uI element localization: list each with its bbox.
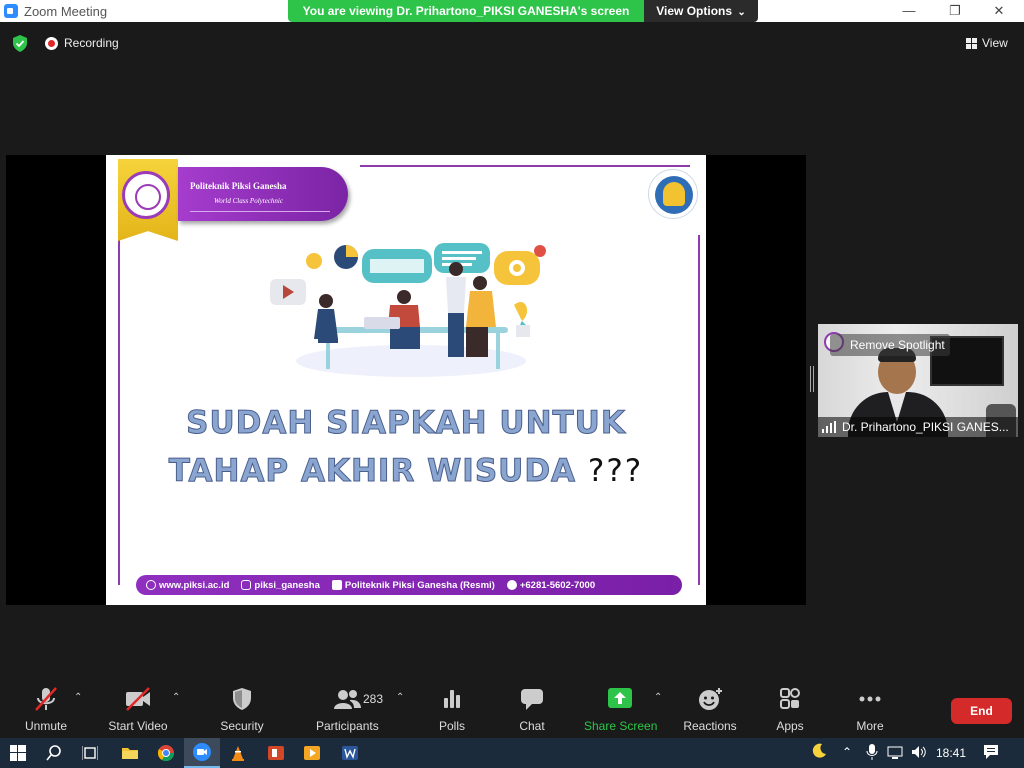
taskbar-clock[interactable]: 18:41 xyxy=(936,746,966,760)
chevron-down-icon: ⌄ xyxy=(737,7,746,18)
window-title: Zoom Meeting xyxy=(24,4,108,19)
chat-icon xyxy=(521,689,543,710)
zoom-taskbar-button[interactable] xyxy=(184,738,220,768)
slide-footer: www.piksi.ac.id piksi_ganesha Politeknik… xyxy=(136,575,682,595)
word-button[interactable] xyxy=(332,738,368,768)
folder-icon xyxy=(122,748,138,759)
notifications-icon[interactable] xyxy=(982,743,1000,764)
word-icon xyxy=(342,746,358,760)
file-explorer-button[interactable] xyxy=(112,738,148,768)
media-player-icon xyxy=(304,746,320,760)
zoom-icon xyxy=(193,743,211,761)
kemdikbud-logo xyxy=(648,169,698,219)
view-options-label: View Options xyxy=(656,4,733,18)
meeting-controls: Unmute ⌃ Start Video ⌃ Security Particip… xyxy=(0,680,1024,738)
windows-logo-icon xyxy=(10,745,26,761)
windows-start-button[interactable] xyxy=(0,738,36,768)
remove-spotlight-button[interactable]: Remove Spotlight xyxy=(830,334,950,356)
more-dots-icon xyxy=(859,696,881,702)
microphone-tray-icon[interactable] xyxy=(866,743,878,764)
audio-options-caret[interactable]: ⌃ xyxy=(74,692,82,703)
chrome-button[interactable] xyxy=(148,738,184,768)
end-meeting-button[interactable]: End xyxy=(951,698,1012,724)
split-resize-handle[interactable] xyxy=(810,366,814,392)
security-button[interactable]: Security xyxy=(216,686,268,736)
search-taskbar-button[interactable] xyxy=(36,738,72,768)
team-meeting-illustration xyxy=(270,243,546,377)
participants-icon xyxy=(334,690,361,709)
footer-instagram: piksi_ganesha xyxy=(241,580,320,591)
participant-name-label: Dr. Prihartono_PIKSI GANES... xyxy=(818,417,1018,437)
media-player-button[interactable] xyxy=(294,738,330,768)
maximize-button[interactable]: ❐ xyxy=(932,0,978,22)
footer-website: www.piksi.ac.id xyxy=(146,580,229,591)
security-shield-icon xyxy=(233,688,251,710)
grid-view-icon xyxy=(966,37,977,49)
task-view-icon xyxy=(82,746,98,760)
share-screen-icon xyxy=(608,688,632,708)
search-icon xyxy=(46,745,61,761)
apps-icon xyxy=(780,688,800,709)
participants-count: 283 xyxy=(363,692,384,706)
network-icon[interactable] xyxy=(886,743,904,764)
piksi-seal-logo xyxy=(122,171,170,219)
minimize-button[interactable]: — xyxy=(886,0,932,22)
zoom-window: Zoom Meeting — ❐ ✕ You are viewing Dr. P… xyxy=(0,0,1024,768)
video-options-caret[interactable]: ⌃ xyxy=(172,692,180,703)
reactions-button[interactable]: Reactions xyxy=(682,686,738,736)
facebook-icon xyxy=(331,580,342,590)
headline-question-marks: ??? xyxy=(587,453,644,489)
whatsapp-icon xyxy=(506,580,517,590)
participants-options-caret[interactable]: ⌃ xyxy=(396,692,404,703)
vlc-cone-icon xyxy=(232,746,244,761)
powerpoint-icon xyxy=(268,746,284,760)
apps-button[interactable]: Apps xyxy=(770,686,810,736)
recording-label: Recording xyxy=(64,36,119,50)
vlc-button[interactable] xyxy=(220,738,256,768)
view-label: View xyxy=(982,36,1008,50)
headline-line-2-text: TAHAP AKHIR WISUDA xyxy=(168,453,577,490)
polls-icon xyxy=(444,690,460,708)
start-video-button[interactable]: Start Video xyxy=(106,686,170,736)
institution-namebox: Politeknik Piksi Ganesha World Class Pol… xyxy=(178,167,348,221)
weather-moon-icon[interactable] xyxy=(810,742,828,763)
chat-button[interactable]: Chat xyxy=(512,686,552,736)
chrome-icon xyxy=(158,745,174,761)
share-banner: You are viewing Dr. Prihartono_PIKSI GAN… xyxy=(288,0,758,22)
footer-facebook: Politeknik Piksi Ganesha (Resmi) xyxy=(331,580,495,591)
close-button[interactable]: ✕ xyxy=(976,0,1022,22)
powerpoint-button[interactable] xyxy=(258,738,294,768)
show-hidden-icons-chevron-icon[interactable]: ⌃ xyxy=(842,745,852,759)
volume-icon[interactable] xyxy=(910,743,928,764)
signal-strength-icon xyxy=(822,421,836,433)
headline-line-2: TAHAP AKHIR WISUDA ??? xyxy=(106,453,706,490)
video-off-icon xyxy=(126,687,150,711)
polls-button[interactable]: Polls xyxy=(432,686,472,736)
zoom-app-icon xyxy=(4,4,18,18)
reactions-smiley-icon xyxy=(699,688,722,710)
institution-name: Politeknik Piksi Ganesha xyxy=(190,181,287,191)
encryption-shield-icon[interactable] xyxy=(12,35,28,52)
view-options-button[interactable]: View Options ⌄ xyxy=(644,0,758,22)
share-options-caret[interactable]: ⌃ xyxy=(654,692,662,703)
windows-taskbar: ⌃ 18:41 xyxy=(0,738,1024,768)
slide-top-line xyxy=(360,165,690,167)
recording-indicator[interactable]: Recording xyxy=(45,36,119,50)
viewing-screen-message: You are viewing Dr. Prihartono_PIKSI GAN… xyxy=(288,0,644,22)
unmute-button[interactable]: Unmute xyxy=(20,686,72,736)
footer-phone: +6281-5602-7000 xyxy=(506,580,595,591)
globe-icon xyxy=(146,580,156,590)
muted-microphone-icon xyxy=(35,687,57,711)
instagram-icon xyxy=(241,580,252,590)
more-button[interactable]: More xyxy=(850,686,890,736)
headline-line-1: SUDAH SIAPKAH UNTUK xyxy=(186,405,626,442)
task-view-button[interactable] xyxy=(72,738,108,768)
recording-dot-icon xyxy=(45,36,58,50)
shared-slide: Politeknik Piksi Ganesha World Class Pol… xyxy=(106,155,706,605)
institution-tagline: World Class Polytechnic xyxy=(214,197,283,205)
view-button[interactable]: View xyxy=(960,32,1016,54)
share-screen-button[interactable]: Share Screen xyxy=(584,686,657,736)
